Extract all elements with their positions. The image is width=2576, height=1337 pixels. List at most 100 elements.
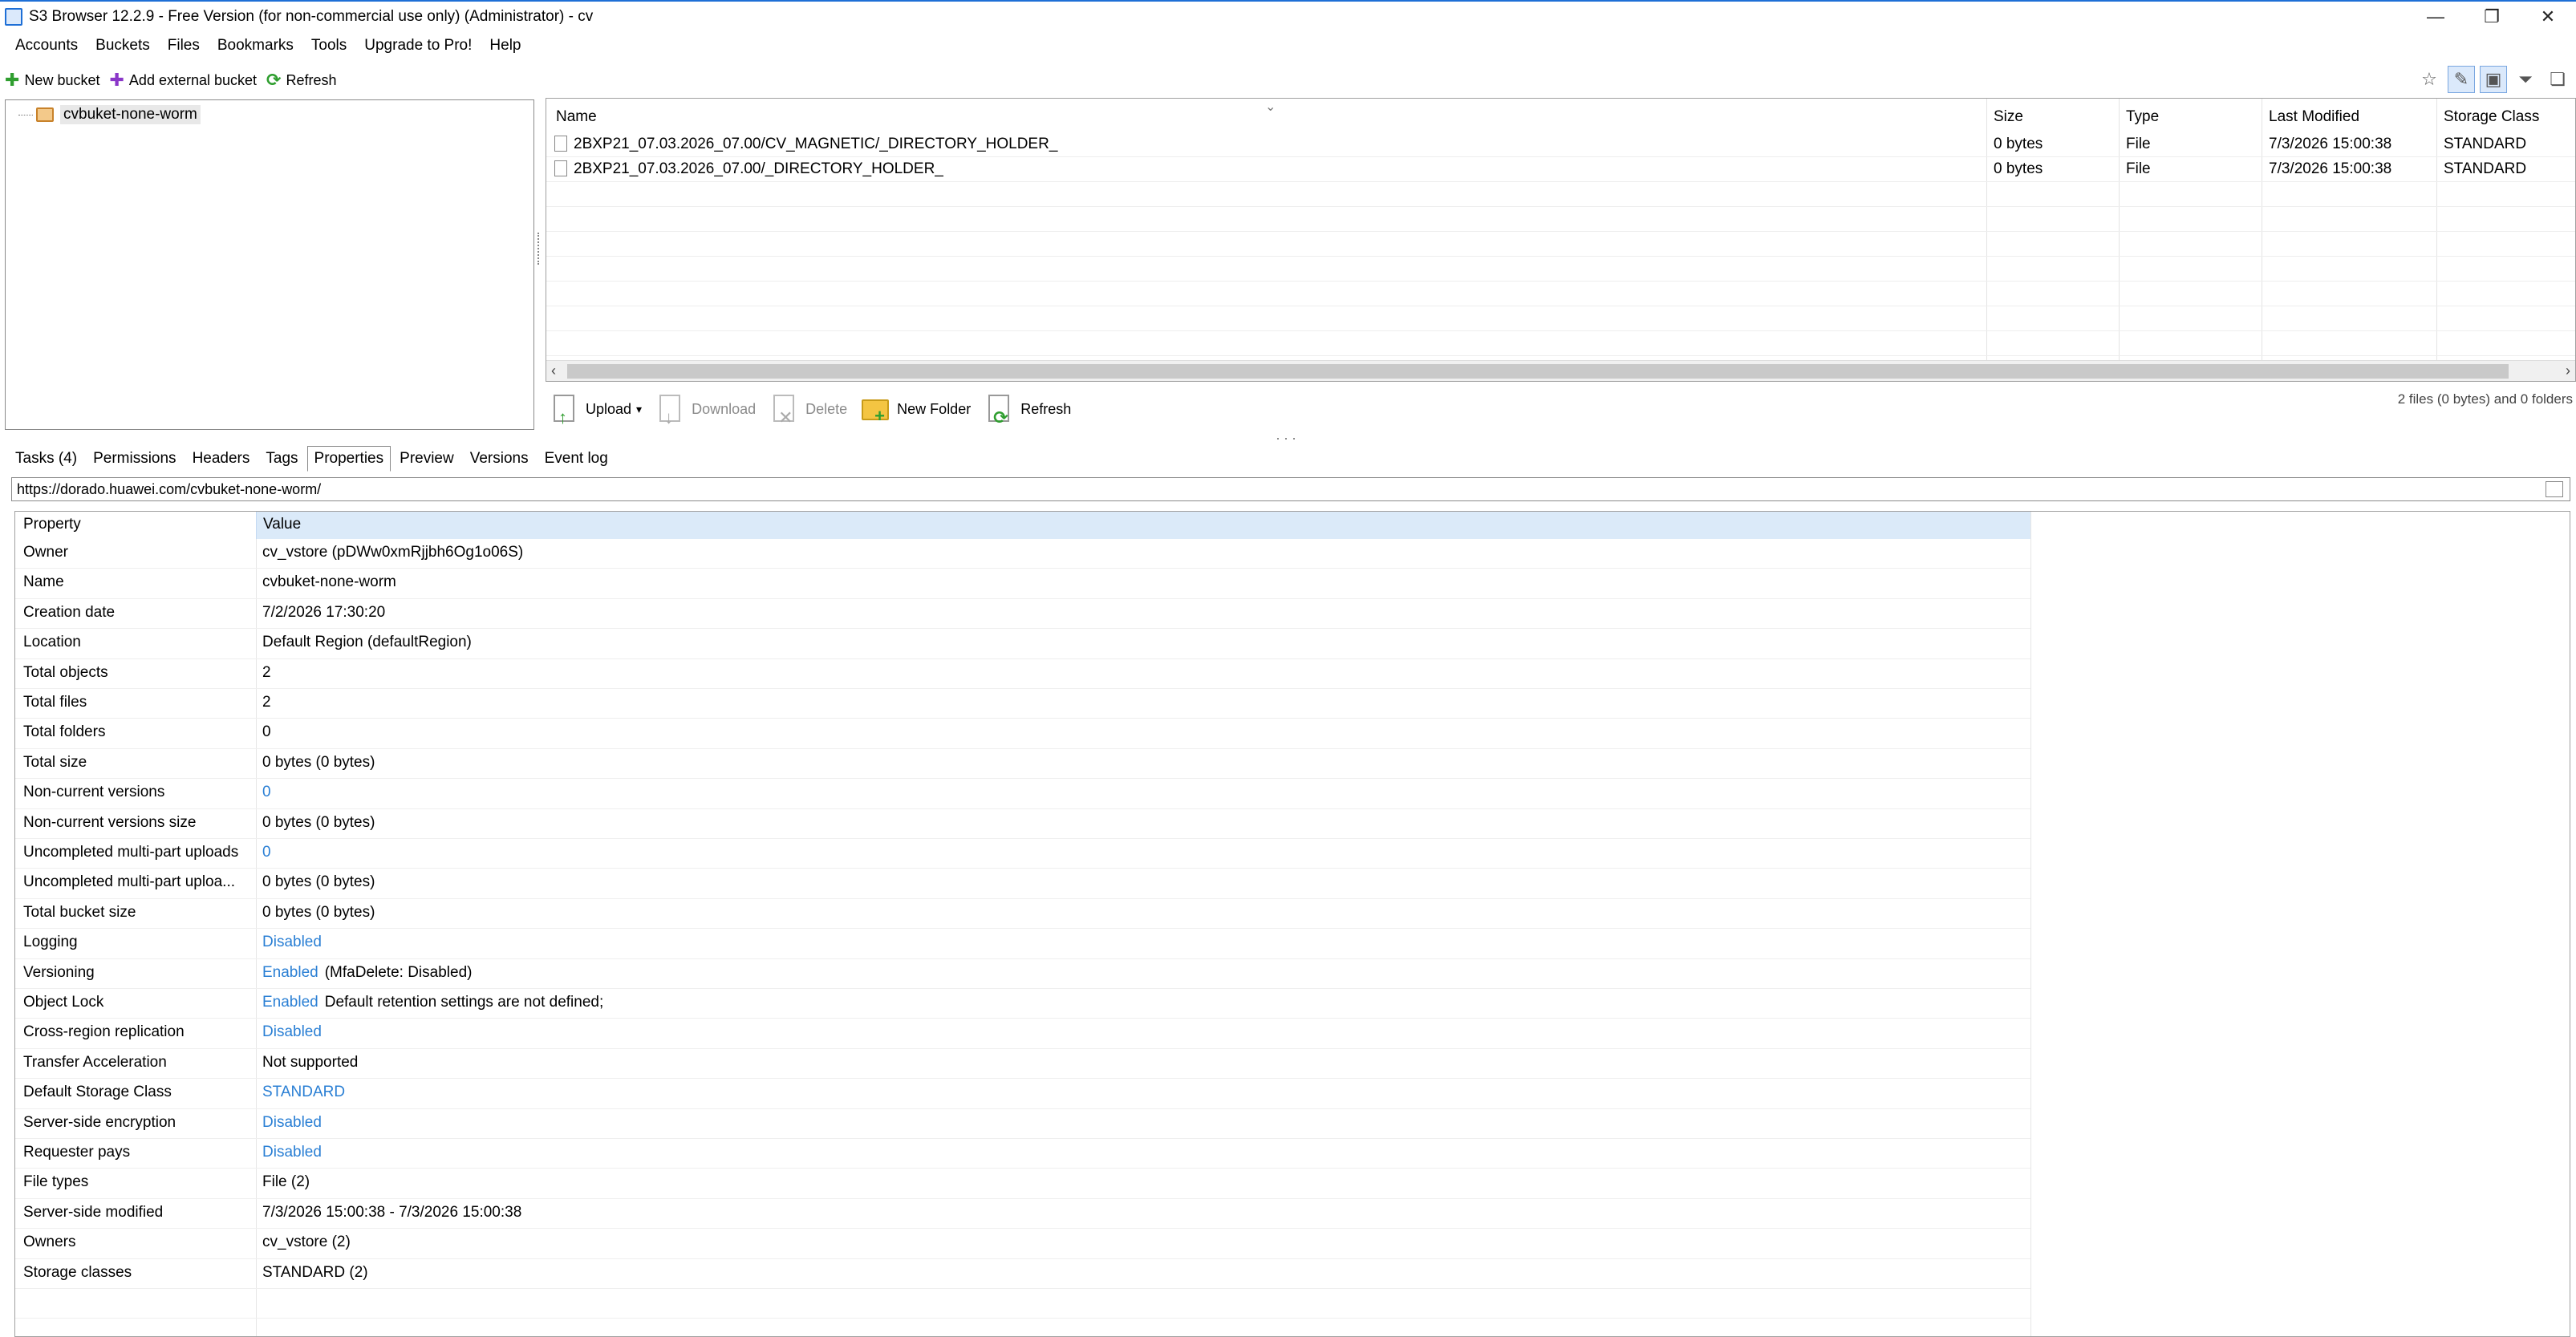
- scroll-left-icon[interactable]: ‹: [551, 363, 556, 379]
- file-list: ⌄ Name Size Type Last Modified Storage C…: [546, 98, 2576, 382]
- filter-icon[interactable]: ⏷: [2512, 66, 2539, 93]
- property-link[interactable]: 0: [262, 844, 271, 861]
- new-folder-button[interactable]: + New Folder: [862, 393, 971, 426]
- col-header-size[interactable]: Size: [1994, 108, 2023, 126]
- menu-bookmarks[interactable]: Bookmarks: [209, 32, 302, 59]
- tab-versions[interactable]: Versions: [463, 446, 536, 472]
- refresh-buckets-button[interactable]: ⟳ Refresh: [266, 70, 336, 91]
- col-header-type[interactable]: Type: [2126, 108, 2159, 126]
- scroll-right-icon[interactable]: ›: [2566, 363, 2570, 379]
- edit-icon[interactable]: ✎: [2448, 66, 2475, 93]
- property-extra: (MfaDelete: Disabled): [324, 963, 473, 981]
- property-row[interactable]: Transfer Acceleration Not supported: [15, 1048, 2030, 1080]
- tab-tags[interactable]: Tags: [258, 446, 305, 472]
- property-row[interactable]: Non-current versions size 0 bytes (0 byte…: [15, 808, 2030, 839]
- menu-help[interactable]: Help: [481, 32, 529, 59]
- property-row[interactable]: Storage classes STANDARD (2): [15, 1258, 2030, 1289]
- property-row[interactable]: Server-side encryption Disabled: [15, 1108, 2030, 1139]
- property-row[interactable]: Total size 0 bytes (0 bytes): [15, 748, 2030, 780]
- close-button[interactable]: ✕: [2520, 2, 2576, 32]
- panel-view-icon[interactable]: ▣: [2480, 66, 2507, 93]
- column-divider: [256, 839, 257, 869]
- upload-button[interactable]: ↑ Upload ▾: [550, 393, 642, 427]
- minimize-button[interactable]: —: [2408, 2, 2464, 32]
- property-row[interactable]: Owners cv_vstore (2): [15, 1229, 2030, 1259]
- property-row[interactable]: Object Lock Enabled Default retention sett…: [15, 989, 2030, 1019]
- col-header-storage[interactable]: Storage Class: [2444, 108, 2539, 126]
- property-link[interactable]: STANDARD: [262, 1084, 345, 1100]
- tree-item-bucket[interactable]: cvbuket-none-worm: [18, 105, 201, 124]
- delete-button[interactable]: ✕ Delete: [770, 393, 847, 427]
- property-row[interactable]: Logging Disabled: [15, 929, 2030, 959]
- property-value: Disabled: [262, 934, 322, 951]
- dropdown-arrow-icon[interactable]: ▾: [636, 403, 642, 416]
- property-row[interactable]: Total folders 0: [15, 719, 2030, 749]
- property-name: File types: [23, 1173, 89, 1191]
- property-row[interactable]: File types File (2): [15, 1169, 2030, 1199]
- property-row[interactable]: Total bucket size 0 bytes (0 bytes): [15, 898, 2030, 930]
- file-row[interactable]: 2BXP21_07.03.2026_07.00/_DIRECTORY_HOLDE…: [546, 157, 2575, 182]
- menu-tools[interactable]: Tools: [302, 32, 355, 59]
- property-value: 0 bytes (0 bytes): [262, 903, 375, 921]
- property-row[interactable]: Total objects 2: [15, 658, 2030, 689]
- add-external-bucket-button[interactable]: ✚ Add external bucket: [109, 70, 257, 91]
- restore-button[interactable]: ❐: [2464, 2, 2520, 32]
- property-link[interactable]: 0: [262, 784, 271, 800]
- copy-url-icon[interactable]: [2546, 481, 2563, 497]
- properties-grid: Property Value Owner cv_vstore (pDWw0xmRj…: [14, 511, 2570, 1337]
- property-value: cvbuket-none-worm: [262, 573, 396, 591]
- tab-tasks[interactable]: Tasks (4): [8, 446, 84, 472]
- menu-upgrade[interactable]: Upgrade to Pro!: [355, 32, 481, 59]
- vertical-splitter[interactable]: [538, 233, 541, 265]
- property-row[interactable]: Requester pays Disabled: [15, 1139, 2030, 1169]
- property-row[interactable]: Versioning Enabled (MfaDelete: Disabled): [15, 958, 2030, 989]
- menu-accounts[interactable]: Accounts: [6, 32, 87, 59]
- column-divider: [256, 779, 257, 808]
- new-bucket-button[interactable]: ✚ New bucket: [5, 70, 99, 91]
- property-row[interactable]: Uncompleted multi-part uploads 0: [15, 839, 2030, 869]
- download-button[interactable]: ↓ Download: [656, 393, 756, 427]
- column-divider: [256, 1258, 257, 1288]
- property-name: Default Storage Class: [23, 1084, 172, 1101]
- col-header-name[interactable]: Name: [556, 108, 597, 126]
- property-link[interactable]: Enabled: [262, 964, 318, 981]
- property-row[interactable]: Location Default Region (defaultRegion): [15, 629, 2030, 659]
- column-divider: [256, 808, 257, 838]
- copy-icon[interactable]: ❏: [2544, 66, 2571, 93]
- tab-preview[interactable]: Preview: [392, 446, 461, 472]
- refresh-files-button[interactable]: ⟳ Refresh: [985, 393, 1071, 427]
- tab-properties[interactable]: Properties: [306, 446, 391, 472]
- property-row[interactable]: Owner cv_vstore (pDWw0xmRjjbh6Og1o06S): [15, 539, 2030, 569]
- property-name: Transfer Acceleration: [23, 1053, 167, 1071]
- property-link[interactable]: Disabled: [262, 1114, 322, 1131]
- property-link[interactable]: Disabled: [262, 934, 322, 950]
- menu-files[interactable]: Files: [159, 32, 209, 59]
- detail-tabs: Tasks (4) Permissions Headers Tags Prope…: [8, 444, 617, 472]
- star-icon[interactable]: ☆: [2416, 66, 2443, 93]
- url-field[interactable]: https://dorado.huawei.com/cvbuket-none-w…: [11, 477, 2570, 501]
- property-row[interactable]: Name cvbuket-none-worm: [15, 569, 2030, 599]
- property-link[interactable]: Disabled: [262, 1144, 322, 1161]
- property-link[interactable]: Enabled: [262, 994, 318, 1011]
- window-title: S3 Browser 12.2.9 - Free Version (for no…: [29, 8, 594, 25]
- property-row[interactable]: Non-current versions 0: [15, 779, 2030, 809]
- tab-permissions[interactable]: Permissions: [86, 446, 183, 472]
- property-row[interactable]: Cross-region replication Disabled: [15, 1019, 2030, 1049]
- column-divider: [256, 689, 257, 719]
- horizontal-splitter[interactable]: ···: [1276, 430, 1300, 447]
- property-row[interactable]: Default Storage Class STANDARD: [15, 1079, 2030, 1109]
- horizontal-scrollbar[interactable]: ‹ ›: [546, 360, 2575, 381]
- property-row[interactable]: Server-side modified 7/3/2026 15:00:38 - …: [15, 1198, 2030, 1230]
- property-row[interactable]: Total files 2: [15, 689, 2030, 719]
- property-value: STANDARD (2): [262, 1263, 368, 1281]
- tab-event-log[interactable]: Event log: [538, 446, 615, 472]
- file-size: 0 bytes: [1994, 160, 2043, 177]
- property-row[interactable]: Creation date 7/2/2026 17:30:20: [15, 598, 2030, 630]
- scroll-thumb[interactable]: [567, 364, 2509, 379]
- menu-buckets[interactable]: Buckets: [87, 32, 159, 59]
- property-row[interactable]: Uncompleted multi-part uploa... 0 bytes (…: [15, 869, 2030, 899]
- tab-headers[interactable]: Headers: [185, 446, 258, 472]
- file-row[interactable]: 2BXP21_07.03.2026_07.00/CV_MAGNETIC/_DIR…: [546, 132, 2575, 157]
- col-header-modified[interactable]: Last Modified: [2269, 108, 2359, 126]
- property-link[interactable]: Disabled: [262, 1023, 322, 1040]
